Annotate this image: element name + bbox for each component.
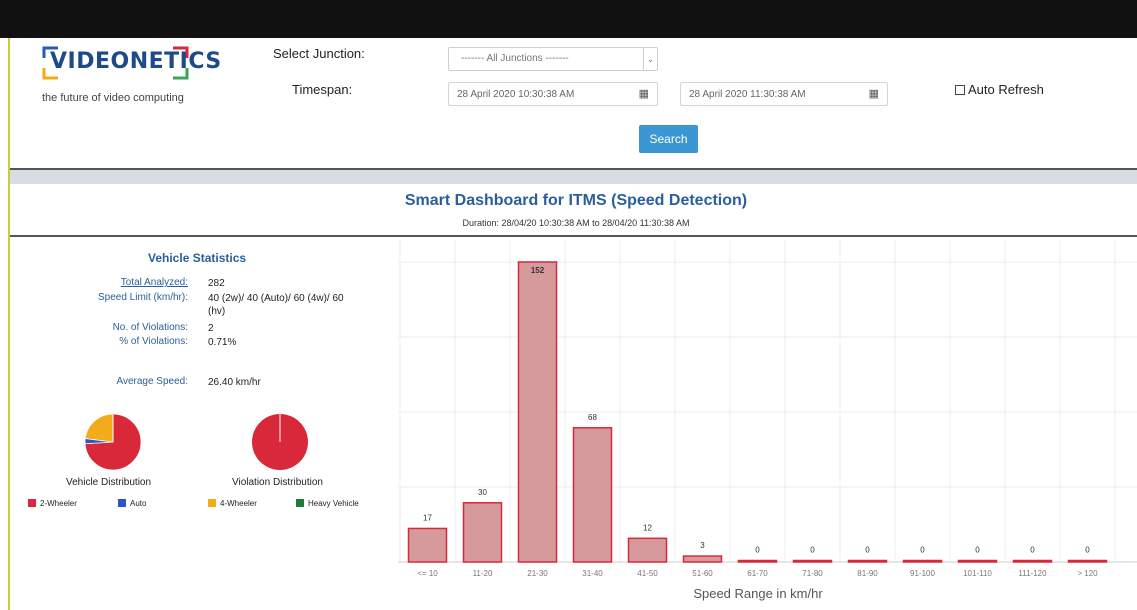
pie-slice-4-wheeler[interactable] [84,413,114,443]
x-tick-label: 81-90 [857,569,878,578]
bar-value-label: 0 [810,546,815,555]
legend-item-4-wheeler[interactable]: 4-Wheeler [208,499,257,508]
violation-distribution-label: Violation Distribution [232,477,323,488]
dashboard-title: Smart Dashboard for ITMS (Speed Detectio… [404,192,748,209]
vehicle-statistics-title: Vehicle Statistics [148,251,247,265]
x-tick-label: 31-40 [582,569,603,578]
start-datetime-value: 28 April 2020 10:30:38 AM [457,89,575,100]
pct-violations-label: % of Violations: [119,336,188,347]
bar[interactable] [682,555,723,563]
total-analyzed-value: 282 [208,278,225,289]
pct-violations-value: 0.71% [208,337,237,348]
speed-range-bar-chart: 17 <= 10 30 11-20 152 21-30 68 31-40 12 41-50 3 51-… [398,240,1137,578]
chevron-down-icon[interactable]: ⌄ [643,48,657,70]
bar[interactable] [957,559,998,563]
bar[interactable] [1012,559,1053,563]
legend-label: 2-Wheeler [40,499,77,508]
legend-label: 4-Wheeler [220,499,257,508]
legend-swatch [28,499,36,507]
x-tick-label: 91-100 [910,569,935,578]
auto-refresh-checkbox[interactable]: Auto Refresh [955,82,1044,97]
logo: VIDEONETICS the future of video computin… [42,44,221,110]
bar-value-label: 0 [1085,546,1090,555]
junction-select[interactable]: ------- All Junctions ------- ⌄ [448,47,658,71]
dashboard-duration: Duration: 28/04/20 10:30:38 AM to 28/04/… [462,218,690,228]
violation-distribution-pie[interactable] [251,413,309,471]
violations-value: 2 [208,323,214,334]
calendar-icon[interactable]: ▦ [639,87,649,100]
timespan-label: Timespan: [292,82,353,97]
bar-value-label: 3 [700,541,705,550]
bar-value-label: 0 [975,546,980,555]
divider [10,235,1137,237]
bar-value-label: 17 [423,513,432,522]
bar-value-label: 68 [588,413,597,422]
end-datetime-input[interactable]: 28 April 2020 11:30:38 AM ▦ [680,82,888,106]
x-tick-label: 101-110 [963,569,992,578]
search-button[interactable]: Search [639,125,698,153]
select-junction-label: Select Junction: [273,46,365,61]
checkbox-icon[interactable] [955,85,965,95]
legend-swatch [208,499,216,507]
bar[interactable] [407,527,448,563]
x-axis-title: Speed Range in km/hr [693,586,823,601]
legend-item-heavy-vehicle[interactable]: Heavy Vehicle [296,499,359,508]
x-tick-label: <= 10 [417,569,438,578]
x-tick-label: 41-50 [637,569,658,578]
bar-value-label: 0 [920,546,925,555]
avg-speed-label: Average Speed: [116,376,188,387]
top-bar [0,0,1137,38]
bar-value-label: 0 [755,546,760,555]
bar-value-label: 12 [643,523,652,532]
bar-value-label: 0 [865,546,870,555]
section-band [10,170,1137,184]
x-tick-label: > 120 [1077,569,1098,578]
legend-item-auto[interactable]: Auto [118,499,146,508]
avg-speed-value: 26.40 km/hr [208,377,261,388]
bar[interactable] [902,559,943,563]
start-datetime-input[interactable]: 28 April 2020 10:30:38 AM ▦ [448,82,658,106]
bar[interactable] [462,502,503,563]
legend-swatch [296,499,304,507]
speed-limit-label: Speed Limit (km/hr): [97,292,188,303]
x-tick-label: 11-20 [473,569,493,578]
bar[interactable] [792,559,833,563]
end-datetime-value: 28 April 2020 11:30:38 AM [689,89,806,100]
x-tick-label: 51-60 [692,569,713,578]
bar-value-label: 152 [531,266,545,275]
logo-text: VIDEONETICS [50,49,222,74]
x-tick-label: 71-80 [802,569,823,578]
calendar-icon[interactable]: ▦ [869,87,879,100]
vehicle-distribution-label: Vehicle Distribution [66,477,152,488]
bar-value-label: 30 [478,488,487,497]
auto-refresh-label: Auto Refresh [968,82,1044,97]
bar[interactable] [627,537,668,563]
bar[interactable] [737,559,778,563]
bar[interactable] [1067,559,1108,563]
x-tick-label: 61-70 [747,569,768,578]
bar-value-label: 0 [1030,546,1035,555]
legend-label: Heavy Vehicle [308,499,359,508]
bar[interactable] [517,261,558,563]
legend-item-2-wheeler[interactable]: 2-Wheeler [28,499,77,508]
junction-select-value: ------- All Junctions ------- [461,53,569,64]
bar[interactable] [847,559,888,563]
x-tick-label: 21-30 [527,569,548,578]
logo-tagline: the future of video computing [42,92,184,104]
speed-limit-value: 40 (2w)/ 40 (Auto)/ 60 (4w)/ 60 (hv) [208,293,344,317]
x-tick-label: 111-120 [1018,569,1047,578]
violations-label: No. of Violations: [112,322,188,333]
bar[interactable] [572,427,613,563]
legend-label: Auto [130,499,147,508]
total-analyzed-label[interactable]: Total Analyzed: [8,277,188,288]
vehicle-distribution-pie[interactable] [84,413,142,471]
legend-swatch [118,499,126,507]
